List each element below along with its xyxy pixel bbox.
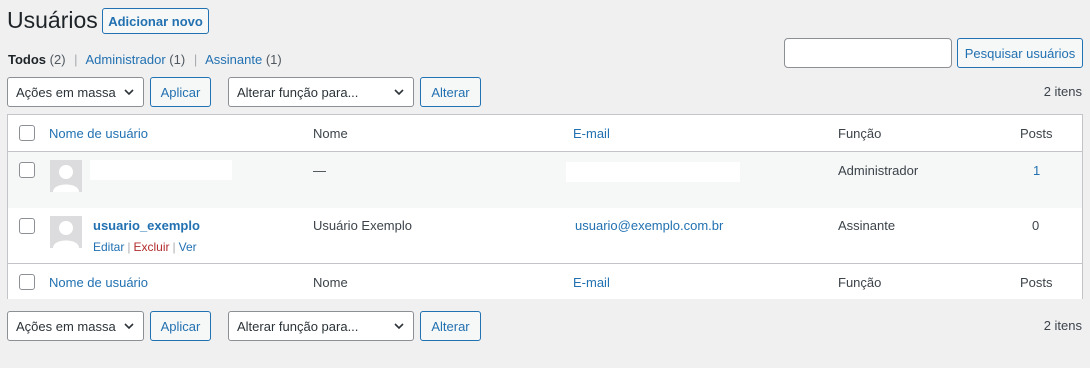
table-row: — Administrador 1 [8,152,1082,208]
table-header-row: Nome de usuário Nome E-mail Função Posts [8,115,1082,152]
change-role-select-top[interactable]: Alterar função para... [228,77,414,107]
change-role-button-top[interactable]: Alterar [420,77,481,107]
chevron-down-icon [124,89,134,96]
column-email-header[interactable]: E-mail [573,126,610,142]
user-role-filters: Todos (2) | Administrador (1) | Assinant… [8,52,282,68]
column-name-footer: Nome [313,275,348,290]
select-all-checkbox-footer[interactable] [19,274,35,290]
view-link[interactable]: Ver [179,240,197,254]
row-checkbox[interactable] [19,218,35,234]
column-email-footer[interactable]: E-mail [573,275,610,291]
change-role-select-label: Alterar função para... [237,84,359,100]
users-table: Nome de usuário Nome E-mail Função Posts… [7,114,1083,299]
row-actions: Editar | Excluir | Ver [93,239,197,255]
add-new-button[interactable]: Adicionar novo [102,8,209,34]
filter-all-count: (2) [49,52,66,67]
avatar [50,160,82,192]
email-redacted [566,162,740,182]
chevron-down-icon [124,323,134,330]
filter-all[interactable]: Todos [8,52,46,67]
column-username-header[interactable]: Nome de usuário [49,126,148,142]
filter-administrator-count: (1) [169,52,186,67]
row-action-separator: | [127,240,131,254]
column-role-footer: Função [838,275,882,290]
column-posts-header: Posts [1020,126,1053,141]
apply-button-top[interactable]: Aplicar [150,77,211,107]
bulk-actions-select-label: Ações em massa [16,84,116,100]
avatar-placeholder-icon [53,221,79,248]
select-all-checkbox[interactable] [19,125,35,141]
user-posts-count: 0 [1032,218,1040,233]
filter-subscriber[interactable]: Assinante [205,52,262,67]
table-row: usuario_exemplo Editar | Excluir | Ver Usuár… [8,208,1082,263]
user-name: Usuário Exemplo [313,218,412,233]
chevron-down-icon [394,89,404,96]
user-name: — [313,163,326,178]
user-role: Assinante [838,218,896,233]
bulk-actions-select-label: Ações em massa [16,318,116,334]
column-role-header: Função [838,126,882,141]
table-footer-row: Nome de usuário Nome E-mail Função Posts [8,263,1082,299]
change-role-select-label: Alterar função para... [237,318,359,334]
chevron-down-icon [394,323,404,330]
user-email-link[interactable]: usuario@exemplo.com.br [575,218,723,234]
change-role-select-bottom[interactable]: Alterar função para... [228,311,414,341]
avatar-placeholder-icon [53,165,79,192]
change-role-button-bottom[interactable]: Alterar [420,311,481,341]
column-name-header: Nome [313,126,348,141]
row-checkbox[interactable] [19,162,35,178]
page-title: Usuários [7,7,98,33]
column-username-footer[interactable]: Nome de usuário [49,275,148,291]
items-count-bottom: 2 itens [1043,318,1082,333]
username-link[interactable]: usuario_exemplo [93,218,200,234]
edit-link[interactable]: Editar [93,240,124,254]
filter-separator: | [74,52,78,67]
bulk-actions-select-bottom[interactable]: Ações em massa [7,311,144,341]
search-input[interactable] [784,38,952,68]
filter-subscriber-count: (1) [265,52,282,67]
filter-separator: | [193,52,198,67]
bulk-actions-select-top[interactable]: Ações em massa [7,77,144,107]
delete-link[interactable]: Excluir [133,240,169,254]
filter-administrator[interactable]: Administrador [85,52,165,67]
row-action-separator: | [172,240,176,254]
column-posts-footer: Posts [1020,275,1053,290]
user-posts-count[interactable]: 1 [1033,163,1040,179]
items-count-top: 2 itens [1043,84,1082,99]
avatar [50,216,82,248]
search-users-button[interactable]: Pesquisar usuários [957,38,1083,68]
username-redacted [90,160,232,180]
apply-button-bottom[interactable]: Aplicar [150,311,211,341]
user-role: Administrador [838,163,919,178]
